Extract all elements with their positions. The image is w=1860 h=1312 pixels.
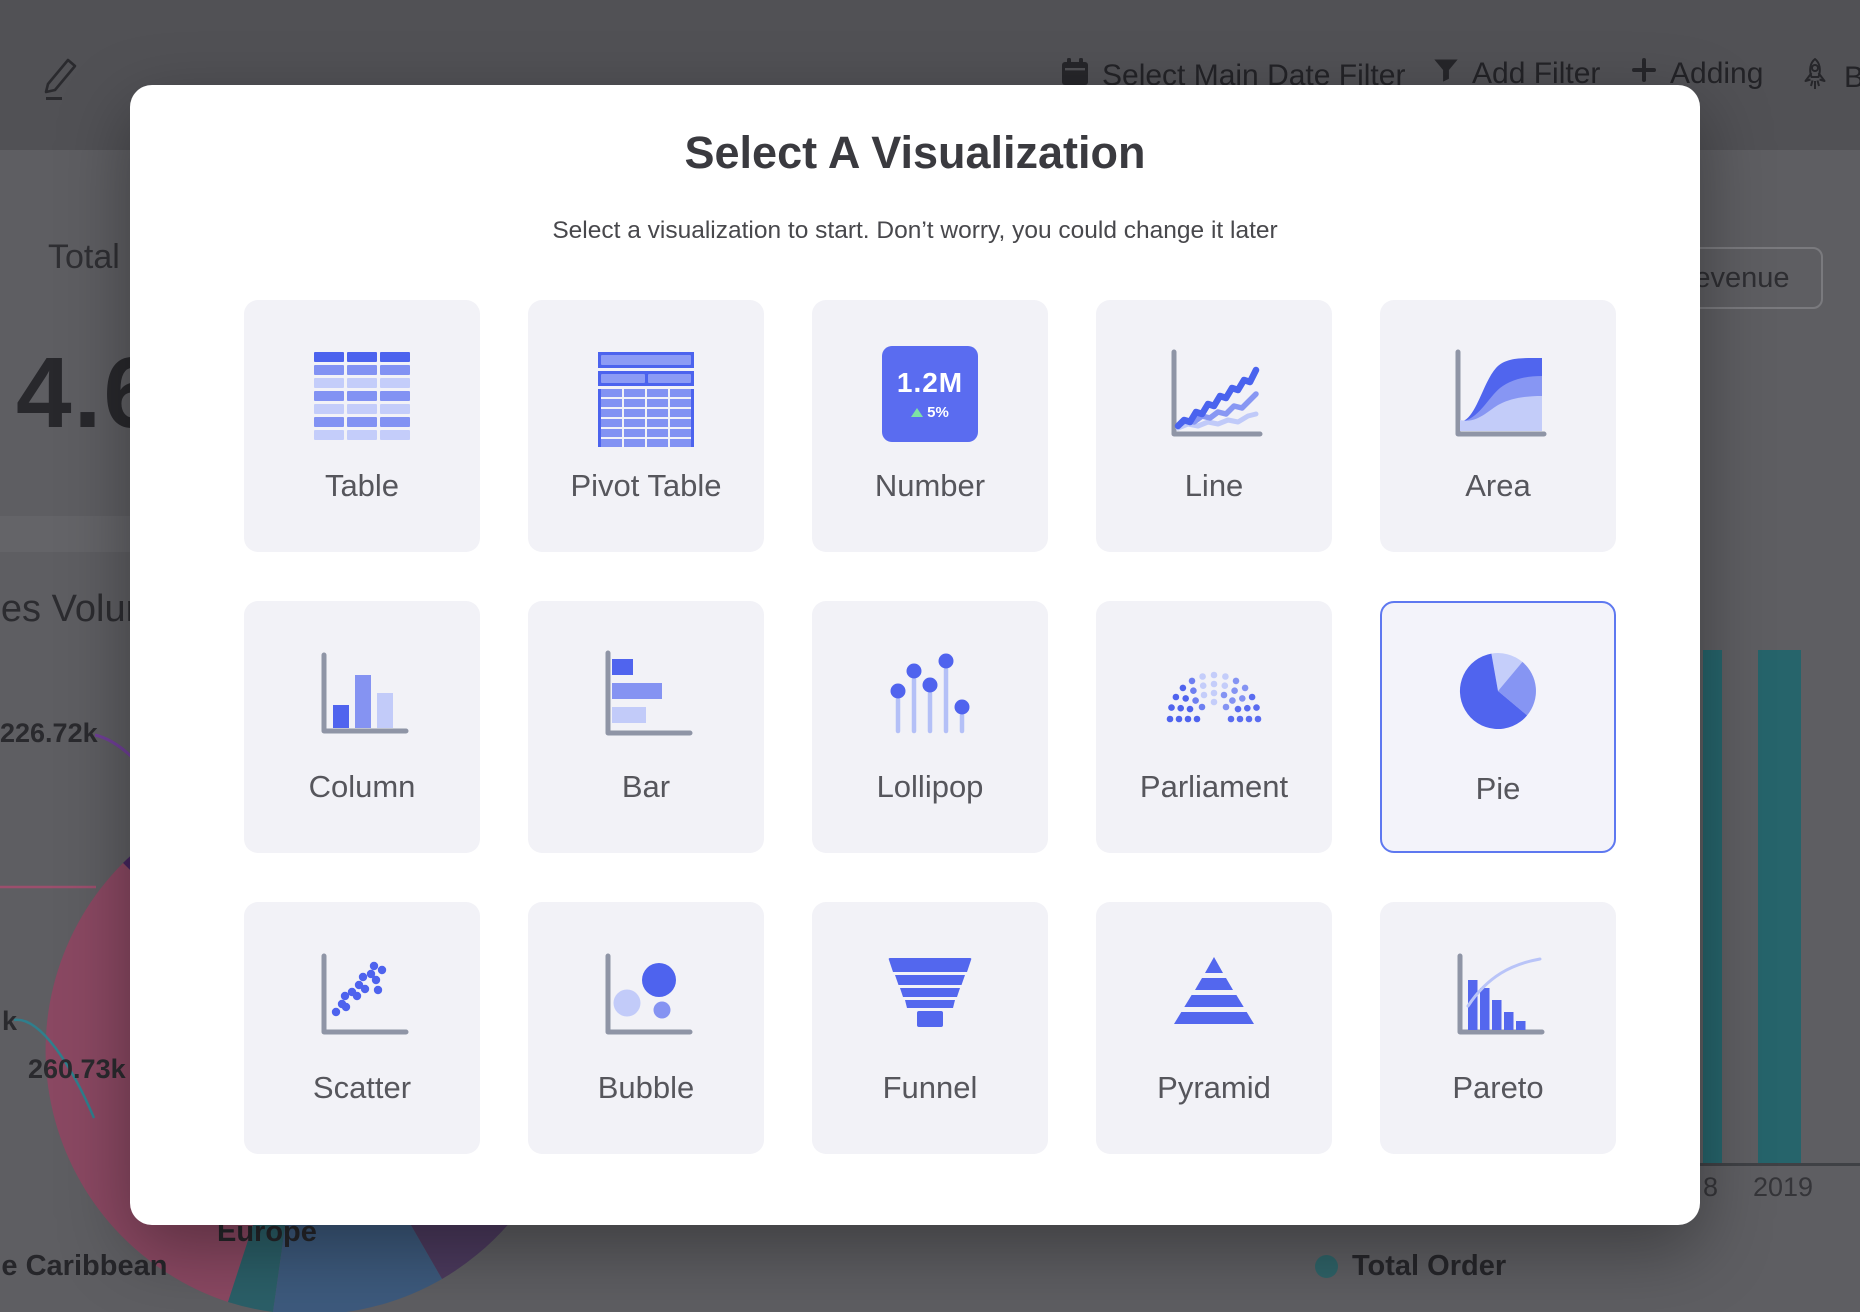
axis-tick-label: 8	[1703, 1172, 1718, 1203]
toolbar-item-label: B	[1844, 61, 1860, 95]
viz-tile-label: Area	[1380, 468, 1616, 504]
viz-tile-pyramid[interactable]: Pyramid	[1096, 902, 1332, 1154]
axis-tick-label: 2019	[1753, 1172, 1813, 1203]
scatter-chart-icon	[312, 946, 412, 1046]
trend-up-icon	[911, 408, 923, 417]
viz-tile-label: Pie	[1382, 771, 1614, 807]
area-chart-icon	[1448, 344, 1548, 444]
bubble-chart-icon	[596, 946, 696, 1046]
pareto-chart-icon	[1448, 946, 1548, 1046]
bar-chart-icon	[596, 645, 696, 745]
viz-tile-line[interactable]: Line	[1096, 300, 1332, 552]
viz-tile-lollipop[interactable]: Lollipop	[812, 601, 1048, 853]
number-kpi-icon: 1.2M 5%	[880, 346, 980, 446]
viz-tile-label: Bubble	[528, 1070, 764, 1106]
line-chart-icon	[1164, 344, 1264, 444]
pivot-table-icon	[596, 350, 696, 450]
pyramid-chart-icon	[1164, 946, 1264, 1046]
funnel-chart-icon	[880, 946, 980, 1046]
viz-tile-label: Line	[1096, 468, 1332, 504]
bar-chart-axis	[1688, 1163, 1860, 1166]
bar-chart-bar	[1703, 650, 1722, 1163]
pie-slice-label: 260.73k	[28, 1054, 126, 1085]
visualization-grid: Table Pivot Table	[244, 300, 1616, 1154]
bar-chart-bar	[1758, 650, 1801, 1163]
viz-tile-parliament[interactable]: Parliament	[1096, 601, 1332, 853]
viz-tile-label: Number	[812, 468, 1048, 504]
viz-tile-number[interactable]: 1.2M 5% Number	[812, 300, 1048, 552]
viz-tile-label: Pareto	[1380, 1070, 1616, 1106]
pie-slice-label: 226.72k	[0, 718, 97, 749]
column-chart-icon	[312, 645, 412, 745]
modal-subtitle: Select a visualization to start. Don’t w…	[130, 217, 1700, 245]
card-divider	[0, 516, 130, 552]
viz-tile-label: Pivot Table	[528, 468, 764, 504]
viz-tile-label: Lollipop	[812, 769, 1048, 805]
viz-tile-area[interactable]: Area	[1380, 300, 1616, 552]
pie-chart-icon	[1448, 647, 1548, 747]
boost-button[interactable]: B	[1798, 56, 1860, 100]
legend-dot	[1315, 1255, 1338, 1278]
edit-pencil-icon[interactable]	[38, 52, 82, 107]
legend-label: The Caribbean	[0, 1250, 167, 1283]
viz-tile-label: Table	[244, 468, 480, 504]
viz-tile-funnel[interactable]: Funnel	[812, 902, 1048, 1154]
number-icon-value: 1.2M	[897, 367, 963, 399]
viz-tile-label: Parliament	[1096, 769, 1332, 805]
legend-label: Total Order	[1352, 1250, 1506, 1283]
lollipop-chart-icon	[880, 645, 980, 745]
viz-tile-table[interactable]: Table	[244, 300, 480, 552]
viz-tile-bubble[interactable]: Bubble	[528, 902, 764, 1154]
select-visualization-modal: Select A Visualization Select a visualiz…	[130, 85, 1700, 1225]
viz-tile-column[interactable]: Column	[244, 601, 480, 853]
rocket-icon	[1798, 56, 1832, 100]
kpi-card-title: Total	[48, 238, 120, 277]
viz-tile-pareto[interactable]: Pareto	[1380, 902, 1616, 1154]
viz-tile-scatter[interactable]: Scatter	[244, 902, 480, 1154]
viz-tile-bar[interactable]: Bar	[528, 601, 764, 853]
number-icon-percent: 5%	[927, 404, 949, 421]
legend-item-total-order[interactable]: Total Order	[1315, 1250, 1506, 1283]
viz-tile-label: Bar	[528, 769, 764, 805]
viz-tile-label: Pyramid	[1096, 1070, 1332, 1106]
legend-item-caribbean[interactable]: The Caribbean	[0, 1250, 167, 1283]
viz-tile-label: Column	[244, 769, 480, 805]
viz-tile-pie[interactable]: Pie	[1380, 601, 1616, 853]
viz-tile-label: Scatter	[244, 1070, 480, 1106]
viz-tile-label: Funnel	[812, 1070, 1048, 1106]
parliament-chart-icon	[1164, 645, 1264, 745]
table-chart-icon	[314, 352, 410, 452]
modal-title: Select A Visualization	[130, 127, 1700, 179]
pie-slice-label: k	[2, 1006, 17, 1037]
viz-tile-pivot-table[interactable]: Pivot Table	[528, 300, 764, 552]
